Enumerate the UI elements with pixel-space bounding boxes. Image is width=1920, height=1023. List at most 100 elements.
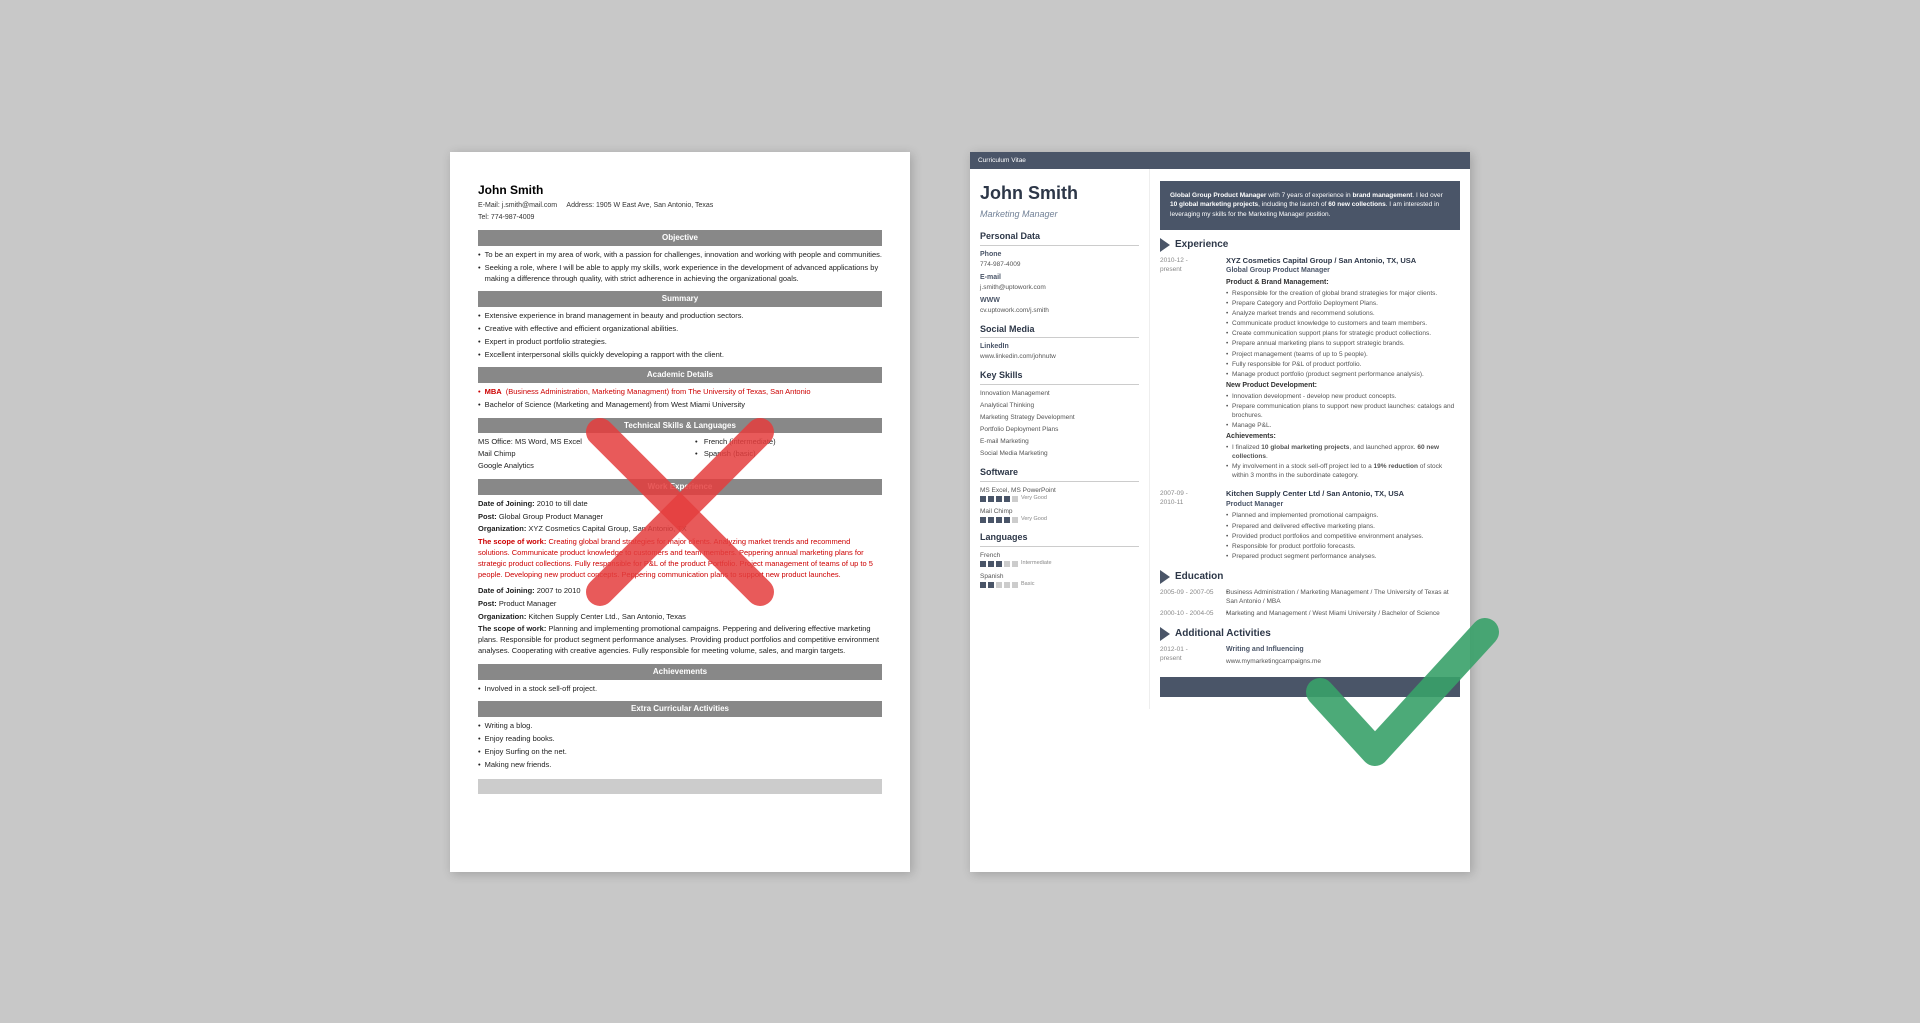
job1-b9: Manage product portfolio (product segmen… (1226, 370, 1460, 379)
www-label: WWW (980, 296, 1139, 306)
job2-company: Kitchen Supply Center Ltd / San Antonio,… (1226, 489, 1460, 500)
additional-arrow-icon (1160, 627, 1170, 641)
additional-title-text: Writing and Influencing (1226, 645, 1460, 655)
resume-comparison: John Smith E-Mail: j.smith@mail.com Addr… (450, 152, 1470, 872)
additional-details: Writing and Influencing www.mymarketingc… (1226, 645, 1460, 667)
software-title: Software (980, 466, 1139, 482)
academic-header: Academic Details (478, 367, 882, 383)
email-label: E-Mail: (478, 202, 500, 209)
academic-bullet-2: Bachelor of Science (Marketing and Manag… (478, 400, 882, 411)
email-label: E-mail (980, 273, 1139, 283)
linkedin-value: www.linkedin.com/johnutw (980, 352, 1139, 361)
skill-mailchimp: Mail Chimp (478, 449, 665, 460)
dot-3 (996, 561, 1002, 567)
dot-2 (988, 582, 994, 588)
summary-bullet-3: Expert in product portfolio strategies. (478, 337, 882, 348)
french-row: French Intermediate (980, 551, 1139, 568)
tel-value: 774-987-4009 (491, 214, 535, 221)
intro-bold-3: 10 global marketing projects (1170, 201, 1258, 208)
edu2-degree: Marketing and Management / West Miami Un… (1226, 609, 1460, 618)
job1-b10: Innovation development - develop new pro… (1226, 392, 1460, 401)
job2-role: Product Manager (1226, 500, 1460, 510)
additional-url: www.mymarketingcampaigns.me (1226, 657, 1460, 666)
job1-b14: My involvement in a stock sell-off proje… (1226, 462, 1460, 480)
job1-b6: Prepare annual marketing plans to suppor… (1226, 339, 1460, 348)
address-label: Address: (566, 202, 594, 209)
software-ms-excel-row: MS Excel, MS PowerPoint Very Good (980, 486, 1139, 503)
objective-bullet-1: To be an expert in my area of work, with… (478, 250, 882, 261)
job1-b1: Responsible for the creation of global b… (1226, 289, 1460, 298)
job1-b7: Project management (teams of up to 5 peo… (1226, 350, 1460, 359)
education-title: Education (1175, 570, 1223, 584)
job1-sub1: Product & Brand Management: (1226, 278, 1460, 288)
edu-grid: 2005-09 - 2007-05 Business Administratio… (1160, 588, 1460, 619)
spanish-level: Basic (1021, 581, 1034, 589)
dot-3 (996, 582, 1002, 588)
job2-entry: 2007-09 - 2010-11 Kitchen Supply Center … (1160, 489, 1460, 562)
summary-bullet-2: Creative with effective and efficient or… (478, 324, 882, 335)
job1-b2: Prepare Category and Portfolio Deploymen… (1226, 299, 1460, 308)
additional-title: Additional Activities (1175, 627, 1271, 641)
job2-post: Post: Product Manager (478, 599, 882, 610)
technical-header: Technical Skills & Languages (478, 418, 882, 434)
experience-title: Experience (1175, 238, 1228, 252)
job1-b13: I finalized 10 global marketing projects… (1226, 443, 1460, 461)
good-resume-title: Marketing Manager (980, 208, 1139, 221)
dot-5 (1012, 582, 1018, 588)
skill-social-media: Social Media Marketing (980, 449, 1139, 458)
skill-email-marketing: E-mail Marketing (980, 437, 1139, 446)
job1-sub2: New Product Development: (1226, 381, 1460, 391)
good-resume-right-col: Global Group Product Manager with 7 year… (1150, 169, 1470, 709)
job1-grid: 2010-12 - present XYZ Cosmetics Capital … (1160, 256, 1460, 481)
edu1-dates: 2005-09 - 2007-05 (1160, 588, 1220, 607)
phone-value: 774-987-4009 (980, 260, 1139, 269)
achievements-header: Achievements (478, 664, 882, 680)
cv-label-bar: Curriculum Vitae (970, 152, 1470, 169)
education-arrow-icon (1160, 570, 1170, 584)
mailchimp-label: Mail Chimp (980, 507, 1060, 516)
dot-4 (1004, 561, 1010, 567)
key-skills-title: Key Skills (980, 369, 1139, 385)
dot-2 (988, 517, 994, 523)
french-dots (980, 561, 1018, 567)
job1-b5: Create communication support plans for s… (1226, 329, 1460, 338)
intro-bold-2: brand management (1352, 192, 1412, 199)
good-resume-footer-bar (1160, 677, 1460, 697)
good-resume: Curriculum Vitae John Smith Marketing Ma… (970, 152, 1470, 872)
job2-b4: Responsible for product portfolio foreca… (1226, 542, 1460, 551)
personal-data-title: Personal Data (980, 230, 1139, 246)
mailchimp-level: Very Good (1021, 516, 1047, 524)
dot-2 (988, 561, 994, 567)
academic-bullet-1: MBA (Business Administration, Marketing … (478, 387, 882, 398)
spanish-dots (980, 582, 1018, 588)
good-resume-left-col: John Smith Marketing Manager Personal Da… (970, 169, 1150, 709)
dot-5 (1012, 561, 1018, 567)
extra-1: Writing a blog. (478, 721, 882, 732)
job2-grid: 2007-09 - 2010-11 Kitchen Supply Center … (1160, 489, 1460, 562)
dot-2 (988, 496, 994, 502)
dot-1 (980, 496, 986, 502)
address-value: 1905 W East Ave, San Antonio, Texas (596, 202, 713, 209)
spanish-row: Spanish Basic (980, 572, 1139, 589)
linkedin-label: LinkedIn (980, 342, 1139, 352)
spanish-label: Spanish (980, 572, 1060, 581)
job2-b5: Prepared product segment performance ana… (1226, 552, 1460, 561)
skill-portfolio: Portfolio Deployment Plans (980, 425, 1139, 434)
social-media-title: Social Media (980, 323, 1139, 339)
additional-section-header: Additional Activities (1160, 627, 1460, 641)
www-value: cv.uptowork.com/j.smith (980, 306, 1139, 315)
job1-b11: Prepare communication plans to support n… (1226, 402, 1460, 420)
good-resume-name: John Smith (980, 181, 1139, 206)
ms-excel-label: MS Excel, MS PowerPoint (980, 486, 1060, 495)
job1-b3: Analyze market trends and recommend solu… (1226, 309, 1460, 318)
intro-bold-4: 60 new collections (1328, 201, 1385, 208)
skill-analytical: Analytical Thinking (980, 401, 1139, 410)
skill-ms-office: MS Office: MS Word, MS Excel (478, 437, 665, 448)
job1-sub3: Achievements: (1226, 432, 1460, 442)
extra-2: Enjoy reading books. (478, 734, 882, 745)
bad-resume-contact: E-Mail: j.smith@mail.com Address: 1905 W… (478, 201, 882, 211)
extra-3: Enjoy Surfing on the net. (478, 747, 882, 758)
job1-joining: Date of Joining: 2010 to till date (478, 499, 882, 510)
extra-header: Extra Curricular Activities (478, 701, 882, 717)
edu1-degree: Business Administration / Marketing Mana… (1226, 588, 1460, 606)
